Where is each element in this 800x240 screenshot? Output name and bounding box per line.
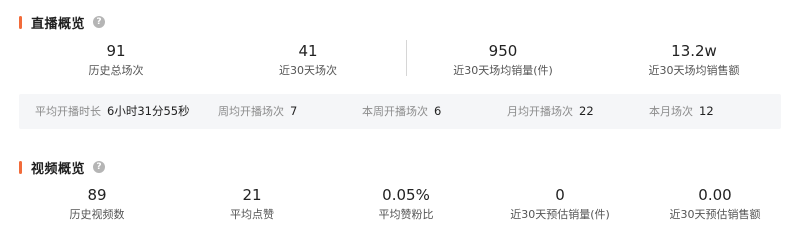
stat-label: 历史视频数 bbox=[69, 208, 125, 221]
stat-30day-est-volume: 0 近30天预估销量(件) bbox=[470, 186, 650, 223]
stat-label: 近30天场均销量(件) bbox=[453, 64, 553, 77]
video-overview-title: 视频概览 bbox=[31, 161, 86, 177]
stat-label: 平均点赞 bbox=[230, 208, 274, 221]
stat-like-fan-ratio: 0.05% 平均赞粉比 bbox=[316, 186, 496, 223]
stat-label: 近30天场次 bbox=[279, 64, 337, 77]
stat-avg-likes: 21 平均点赞 bbox=[162, 186, 342, 223]
stat-total-videos: 89 历史视频数 bbox=[7, 186, 187, 223]
stat-label: 近30天预估销量(件) bbox=[510, 208, 610, 221]
summary-label: 月均开播场次 bbox=[507, 105, 573, 118]
summary-label: 本月场次 bbox=[649, 105, 693, 118]
stat-30day-est-sales: 0.00 近30天预估销售额 bbox=[625, 186, 800, 223]
summary-label: 周均开播场次 bbox=[218, 105, 284, 118]
question-circle-icon[interactable]: ? bbox=[93, 161, 106, 173]
stat-value: 89 bbox=[87, 186, 107, 204]
stat-label: 平均赞粉比 bbox=[378, 208, 434, 221]
stat-label: 近30天场均销售额 bbox=[648, 64, 740, 77]
live-overview-title: 直播概览 bbox=[31, 16, 86, 32]
stat-value: 0 bbox=[555, 186, 565, 204]
summary-this-month: 本月场次 12 bbox=[649, 94, 714, 129]
summary-value: 6小时31分55秒 bbox=[107, 104, 190, 118]
summary-value: 7 bbox=[290, 104, 298, 118]
video-overview-header: 视频概览 ? bbox=[19, 158, 106, 177]
summary-monthly-avg: 月均开播场次 22 bbox=[507, 94, 594, 129]
stat-30day-avg-sales: 13.2w 近30天场均销售额 bbox=[604, 42, 784, 79]
video-stats-row: 89 历史视频数 21 平均点赞 0.05% 平均赞粉比 0 近30天预估销量(… bbox=[0, 186, 800, 226]
stat-value: 0.05% bbox=[382, 186, 430, 204]
summary-avg-duration: 平均开播时长 6小时31分55秒 bbox=[35, 94, 190, 129]
question-circle-icon[interactable]: ? bbox=[93, 16, 106, 28]
stat-value: 950 bbox=[488, 42, 518, 60]
summary-label: 本周开播场次 bbox=[362, 105, 428, 118]
summary-weekly-avg: 周均开播场次 7 bbox=[218, 94, 297, 129]
stat-value: 41 bbox=[298, 42, 318, 60]
stat-30day-sessions: 41 近30天场次 bbox=[218, 42, 398, 79]
live-stats-row: 91 历史总场次 41 近30天场次 950 近30天场均销量(件) 13.2w… bbox=[0, 42, 800, 82]
summary-value: 12 bbox=[699, 104, 714, 118]
stat-value: 13.2w bbox=[671, 42, 717, 60]
summary-value: 6 bbox=[434, 104, 442, 118]
summary-label: 平均开播时长 bbox=[35, 105, 101, 118]
stat-label: 近30天预估销售额 bbox=[669, 208, 761, 221]
summary-value: 22 bbox=[579, 104, 594, 118]
stats-divider bbox=[406, 40, 407, 76]
summary-this-week: 本周开播场次 6 bbox=[362, 94, 441, 129]
stat-value: 21 bbox=[242, 186, 262, 204]
stat-value: 91 bbox=[106, 42, 126, 60]
section-accent-bar bbox=[19, 160, 22, 174]
stat-label: 历史总场次 bbox=[88, 64, 144, 77]
stat-value: 0.00 bbox=[698, 186, 732, 204]
stat-total-sessions: 91 历史总场次 bbox=[26, 42, 206, 79]
live-summary-strip: 平均开播时长 6小时31分55秒 周均开播场次 7 本周开播场次 6 月均开播场次 22… bbox=[19, 94, 781, 129]
section-accent-bar bbox=[19, 15, 22, 29]
live-overview-header: 直播概览 ? bbox=[19, 13, 106, 32]
stat-30day-avg-volume: 950 近30天场均销量(件) bbox=[413, 42, 593, 79]
